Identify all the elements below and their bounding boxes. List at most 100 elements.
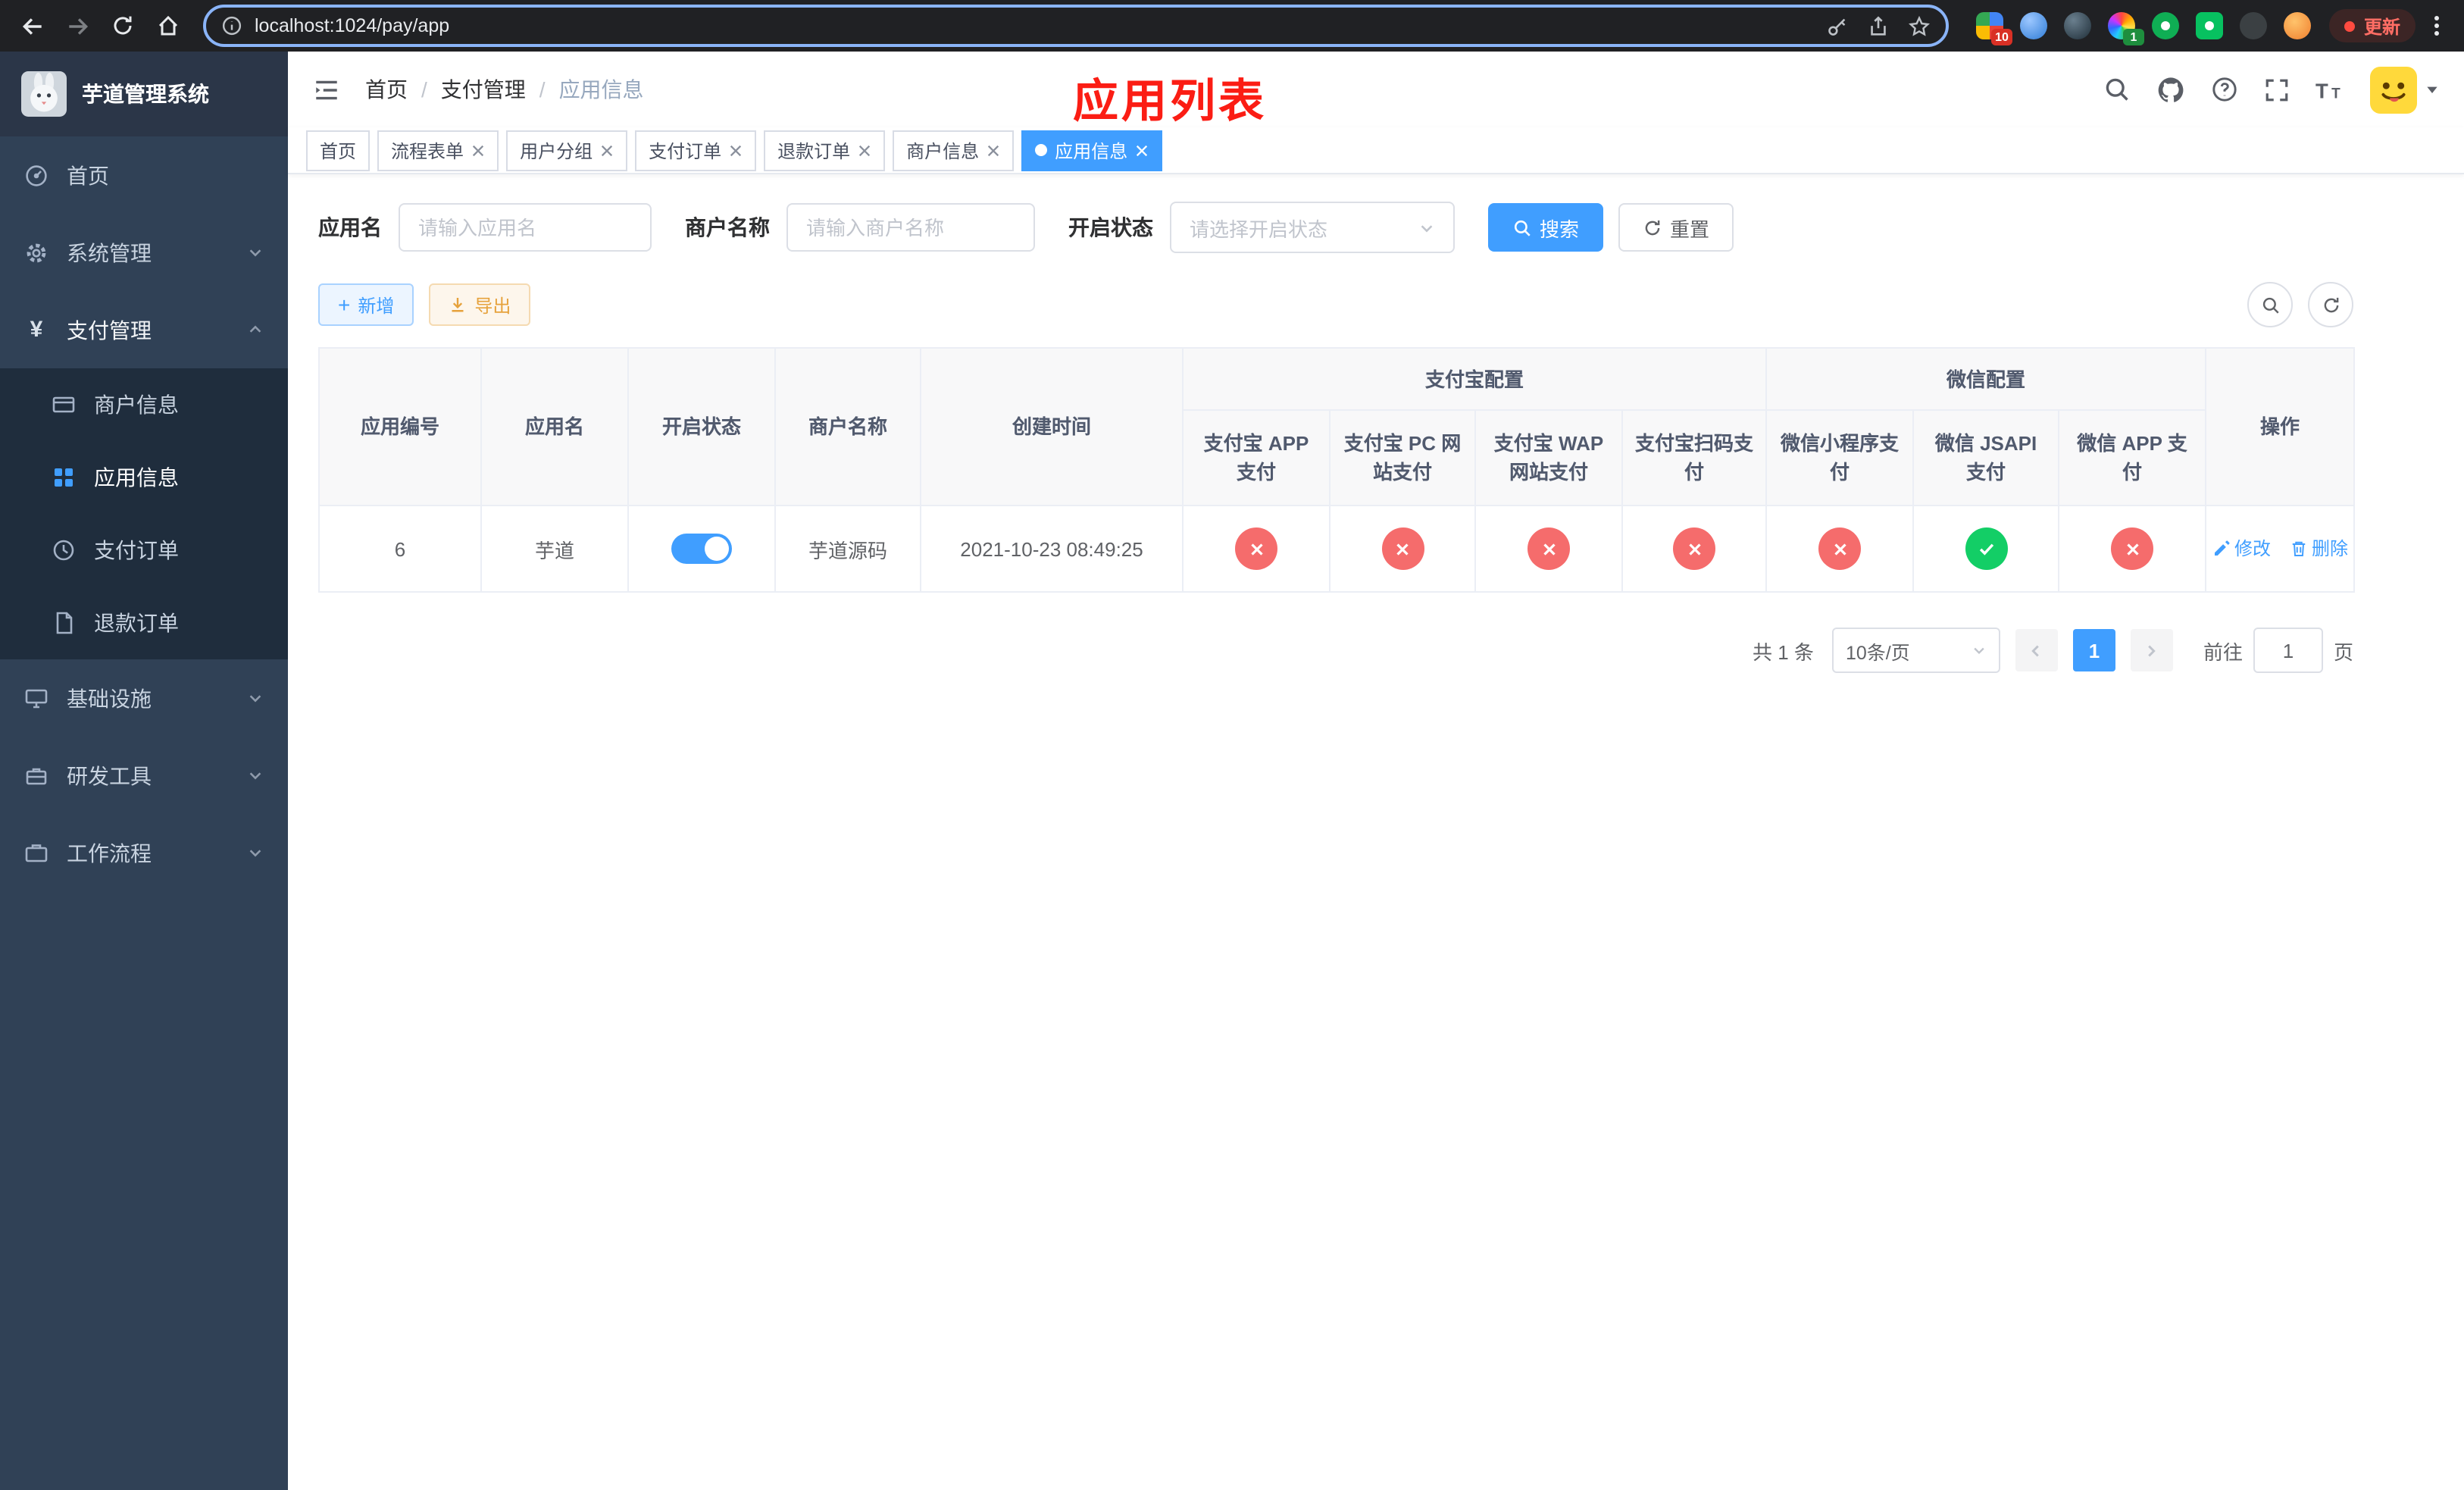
grid-icon <box>52 465 76 490</box>
navbar-actions: TT <box>2103 66 2440 113</box>
tab-app-info[interactable]: 应用信息 <box>1021 130 1163 171</box>
goto-page-input[interactable] <box>2253 628 2323 673</box>
app-name-input[interactable] <box>399 203 652 252</box>
alipay-qr-status-icon <box>1673 527 1715 570</box>
sidebar-item-payment[interactable]: ¥ 支付管理 <box>0 291 288 368</box>
tab-merchant-info[interactable]: 商户信息 <box>893 130 1015 171</box>
app-logo-bar[interactable]: 芋道管理系统 <box>0 52 288 136</box>
chevron-down-icon <box>247 844 264 861</box>
chevron-down-icon <box>247 690 264 706</box>
col-alipay-qr: 支付宝扫码支付 <box>1621 409 1768 506</box>
toggle-search-button[interactable] <box>2247 282 2293 327</box>
alipay-pc-status-icon <box>1381 527 1424 570</box>
filter-form: 应用名 商户名称 开启状态 请选择开启状态 <box>318 202 2434 253</box>
sidebar-item-dev-tools[interactable]: 研发工具 <box>0 737 288 814</box>
plus-icon: + <box>338 293 351 317</box>
tab-home[interactable]: 首页 <box>306 130 371 171</box>
close-icon[interactable] <box>987 143 1000 157</box>
close-icon[interactable] <box>729 143 743 157</box>
sidebar-item-payment-orders[interactable]: 支付订单 <box>0 514 288 587</box>
extension-icon-3[interactable] <box>2063 12 2091 39</box>
status-label: 开启状态 <box>1068 215 1153 239</box>
delete-link[interactable]: 删除 <box>2289 536 2348 562</box>
address-bar[interactable]: localhost:1024/pay/app <box>203 5 1949 47</box>
page-size-select[interactable]: 10条/页 <box>1831 628 2000 673</box>
page-number-1[interactable]: 1 <box>2072 629 2115 671</box>
sidebar-menu: 首页 系统管理 ¥ 支付管理 商户信息 应用信息 支付订单 退款订单 基础设施 … <box>0 136 288 891</box>
forward-icon[interactable] <box>58 6 97 45</box>
breadcrumb-current: 应用信息 <box>558 77 644 102</box>
avatar <box>2370 66 2417 113</box>
extension-icon-2[interactable] <box>2019 12 2047 39</box>
url-text: localhost:1024/pay/app <box>255 15 450 36</box>
prev-page-button[interactable] <box>2015 629 2058 671</box>
extension-icon-4[interactable]: 1 <box>2107 12 2144 45</box>
search-button[interactable]: 搜索 <box>1488 203 1604 252</box>
tab-payment-orders[interactable]: 支付订单 <box>635 130 757 171</box>
add-button[interactable]: + 新增 <box>318 283 414 326</box>
close-icon[interactable] <box>471 143 485 157</box>
col-alipay-app: 支付宝 APP 支付 <box>1182 409 1330 506</box>
close-icon[interactable] <box>858 143 871 157</box>
sidebar-item-infrastructure[interactable]: 基础设施 <box>0 659 288 737</box>
bookmark-star-icon[interactable] <box>1908 14 1931 37</box>
goto-suffix: 页 <box>2333 640 2353 663</box>
sidebar-item-merchant-info[interactable]: 商户信息 <box>0 368 288 441</box>
breadcrumb: 首页 / 支付管理 / 应用信息 <box>365 74 644 105</box>
breadcrumb-payment[interactable]: 支付管理 <box>441 74 526 105</box>
close-icon[interactable] <box>600 143 614 157</box>
extension-icon-6[interactable] <box>2195 12 2223 39</box>
extension-icon-8[interactable] <box>2283 12 2311 39</box>
tab-process-form[interactable]: 流程表单 <box>377 130 499 171</box>
reset-button[interactable]: 重置 <box>1618 203 1734 252</box>
share-icon[interactable] <box>1867 14 1890 37</box>
site-info-icon[interactable] <box>221 15 242 36</box>
home-icon[interactable] <box>149 6 188 45</box>
sidebar-item-home[interactable]: 首页 <box>0 136 288 214</box>
col-app-name: 应用名 <box>480 347 629 506</box>
col-status: 开启状态 <box>627 347 776 506</box>
update-dot-icon <box>2344 20 2355 31</box>
password-key-icon[interactable] <box>1826 14 1849 37</box>
search-icon[interactable] <box>2103 76 2131 103</box>
fullscreen-icon[interactable] <box>2264 77 2290 102</box>
export-button[interactable]: 导出 <box>429 283 531 326</box>
sidebar-toggle-icon[interactable] <box>312 75 341 104</box>
tab-refund-orders[interactable]: 退款订单 <box>764 130 886 171</box>
github-icon[interactable] <box>2156 75 2185 104</box>
next-page-button[interactable] <box>2130 629 2173 671</box>
back-icon[interactable] <box>12 6 52 45</box>
tab-user-group[interactable]: 用户分组 <box>506 130 628 171</box>
chevron-down-icon <box>1972 643 1987 658</box>
browser-update-button[interactable]: 更新 <box>2328 9 2416 42</box>
sidebar-item-refund-orders[interactable]: 退款订单 <box>0 587 288 659</box>
extension-icon-1[interactable]: 10 <box>1975 12 2012 45</box>
edit-icon <box>2214 540 2229 556</box>
help-icon[interactable] <box>2211 76 2238 103</box>
reload-icon[interactable] <box>103 6 142 45</box>
goto-prefix: 前往 <box>2203 640 2243 663</box>
status-select[interactable]: 请选择开启状态 <box>1170 202 1455 253</box>
close-icon[interactable] <box>1135 143 1149 157</box>
cell-app-name: 芋道 <box>480 505 629 593</box>
browser-menu-icon[interactable] <box>2422 14 2452 38</box>
user-menu[interactable] <box>2370 66 2440 113</box>
font-size-icon[interactable]: TT <box>2315 77 2344 102</box>
edit-link[interactable]: 修改 <box>2212 536 2271 562</box>
status-toggle[interactable] <box>671 534 732 564</box>
wx-jsapi-status-icon <box>1965 527 2008 570</box>
sidebar-item-app-info[interactable]: 应用信息 <box>0 441 288 514</box>
extension-icon-7[interactable] <box>2239 12 2267 39</box>
sidebar-item-system[interactable]: 系统管理 <box>0 214 288 291</box>
briefcase-icon <box>24 840 48 865</box>
refresh-table-button[interactable] <box>2308 282 2353 327</box>
merchant-name-input[interactable] <box>786 203 1035 252</box>
extension-icon-5[interactable] <box>2151 12 2179 39</box>
breadcrumb-home[interactable]: 首页 <box>365 74 408 105</box>
top-navbar: 首页 / 支付管理 / 应用信息 应用列表 T T <box>288 52 2464 127</box>
sidebar-item-workflow[interactable]: 工作流程 <box>0 814 288 891</box>
col-alipay-wap: 支付宝 WAP 网站支付 <box>1474 409 1623 506</box>
alipay-app-status-icon <box>1235 527 1277 570</box>
col-app-id: 应用编号 <box>318 347 482 506</box>
chevron-down-icon <box>247 244 264 261</box>
